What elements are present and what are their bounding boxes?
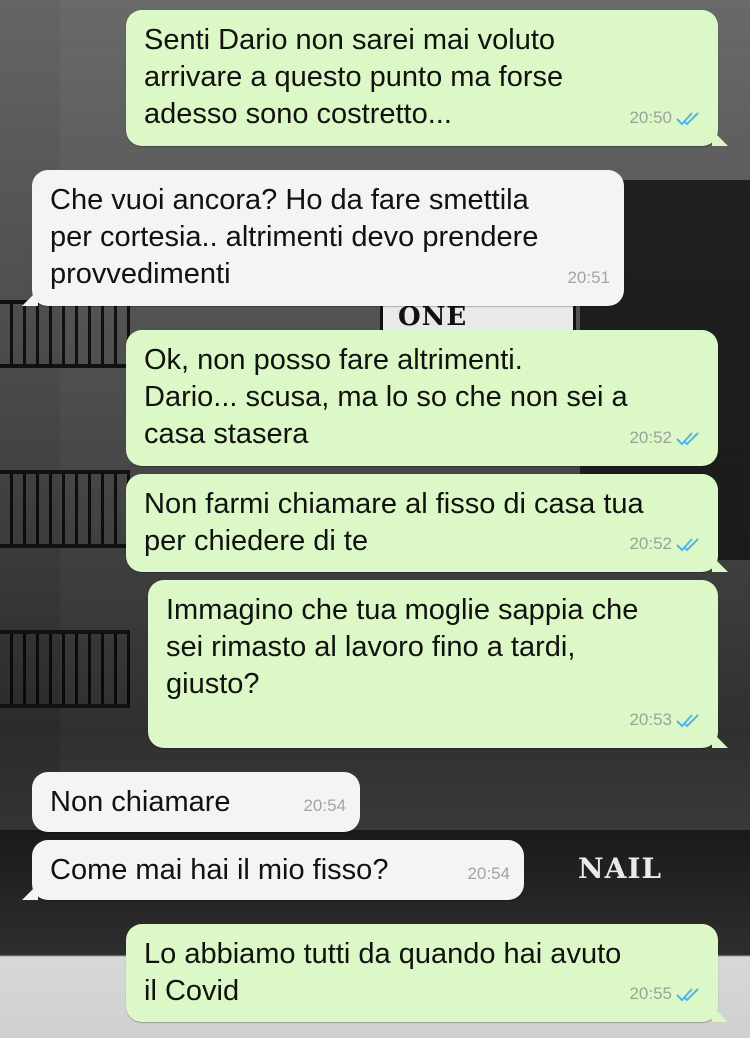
read-ticks-icon xyxy=(676,537,699,551)
read-ticks-icon xyxy=(676,713,699,727)
message-meta: 20:51 xyxy=(567,259,610,296)
message-bubble-outgoing[interactable]: Lo abbiamo tutti da quando hai avuto il … xyxy=(126,924,728,1022)
message-time: 20:54 xyxy=(303,796,346,815)
message-bubble-incoming[interactable]: Che vuoi ancora? Ho da fare smettila per… xyxy=(22,170,624,306)
message-meta: 20:55 xyxy=(629,975,704,1012)
bubble-tail xyxy=(22,290,38,306)
message-meta: 20:54 xyxy=(467,855,510,892)
bubble-tail xyxy=(712,130,728,146)
message-bubble-incoming[interactable]: Non chiamare 20:54 xyxy=(32,772,360,832)
message-meta: 20:50 xyxy=(629,99,704,136)
message-text: Che vuoi ancora? Ho da fare smettila per… xyxy=(50,184,539,290)
message-text: Non chiamare xyxy=(50,786,231,818)
read-ticks-icon xyxy=(676,111,699,125)
bubble-tail xyxy=(712,556,728,572)
bubble-tail xyxy=(22,884,38,900)
bubble-tail xyxy=(712,1006,728,1022)
message-time: 20:53 xyxy=(629,710,672,729)
message-meta: 20:52 xyxy=(629,419,704,456)
message-time: 20:50 xyxy=(629,108,672,127)
message-text: Ok, non posso fare altrimenti. Dario... … xyxy=(144,344,628,450)
wallpaper-sign-one: ONE xyxy=(398,302,468,332)
message-time: 20:54 xyxy=(467,864,510,883)
message-bubble-incoming[interactable]: Come mai hai il mio fisso? 20:54 xyxy=(22,840,524,900)
message-time: 20:55 xyxy=(629,984,672,1003)
message-meta: 20:53 xyxy=(629,701,704,738)
message-text: Immagino che tua moglie sappia che sei r… xyxy=(166,594,639,700)
read-ticks-icon xyxy=(676,987,699,1001)
message-text: Lo abbiamo tutti da quando hai avuto il … xyxy=(144,938,622,1007)
message-meta: 20:52 xyxy=(629,525,704,562)
message-time: 20:51 xyxy=(567,268,610,287)
wallpaper-sign-nail: NAIL xyxy=(578,852,663,885)
message-meta: 20:54 xyxy=(303,787,346,824)
message-bubble-outgoing[interactable]: Senti Dario non sarei mai voluto arrivar… xyxy=(126,10,728,146)
message-bubble-outgoing[interactable]: Ok, non posso fare altrimenti. Dario... … xyxy=(126,330,718,466)
message-text: Senti Dario non sarei mai voluto arrivar… xyxy=(144,24,564,130)
message-text: Non farmi chiamare al fisso di casa tua … xyxy=(144,488,644,557)
message-bubble-outgoing[interactable]: Non farmi chiamare al fisso di casa tua … xyxy=(126,474,728,572)
message-time: 20:52 xyxy=(629,534,672,553)
bubble-tail xyxy=(712,732,728,748)
read-ticks-icon xyxy=(676,431,699,445)
message-time: 20:52 xyxy=(629,428,672,447)
message-bubble-outgoing[interactable]: Immagino che tua moglie sappia che sei r… xyxy=(148,580,728,748)
message-text: Come mai hai il mio fisso? xyxy=(50,854,389,886)
